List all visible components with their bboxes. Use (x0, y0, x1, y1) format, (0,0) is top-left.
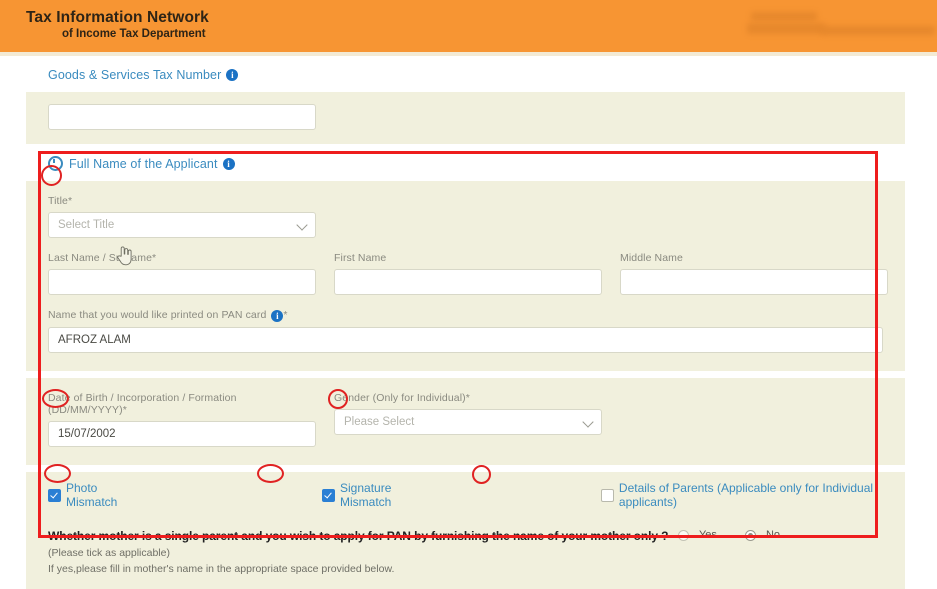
header-redacted-logo (699, 10, 935, 40)
site-header: Tax Information Network of Income Tax De… (0, 0, 937, 52)
mother-question-panel: Whether mother is a single parent and yo… (26, 519, 905, 589)
dob-label: Date of Birth / Incorporation / Formatio… (48, 392, 237, 416)
details-of-parents-option[interactable]: Details of Parents (Applicable only for … (600, 481, 883, 509)
gender-label: Gender (Only for Individual)* (334, 392, 470, 404)
gst-panel (26, 92, 905, 144)
brand-subtitle: of Income Tax Department (62, 27, 206, 40)
middle-name-label: Middle Name (620, 252, 683, 264)
dob-group: Date of Birth / Incorporation / Formatio… (48, 392, 316, 447)
mother-question-no-radio[interactable] (744, 529, 756, 541)
gender-group: Gender (Only for Individual)* Please Sel… (334, 392, 602, 447)
first-name-label: First Name (334, 252, 387, 264)
info-icon[interactable]: i (226, 69, 239, 81)
dob-gender-row: Date of Birth / Incorporation / Formatio… (48, 392, 883, 447)
mother-question-yes-radio[interactable] (677, 529, 689, 541)
mother-question-note-1: (Please tick as applicable) (48, 547, 170, 559)
last-name-group: Last Name / Surname* (48, 252, 316, 295)
title-field-group: Title* Select Title (48, 195, 316, 238)
pan-name-group: Name that you would like printed on PAN … (48, 309, 883, 353)
details-of-parents-checkbox[interactable] (600, 488, 614, 502)
pan-name-label: Name that you would like printed on PAN … (48, 309, 288, 322)
photo-mismatch-checkbox[interactable] (48, 488, 61, 502)
mother-question-radio-group: Yes No (677, 529, 800, 541)
brand-logo: Tax Information Network of Income Tax De… (26, 9, 209, 41)
mother-question-no-label: No (765, 529, 780, 541)
full-name-legend-row: Full Name of the Applicant i (26, 144, 905, 181)
redacted-bar-2 (747, 23, 825, 34)
last-name-label: Last Name / Surname* (48, 252, 157, 264)
gst-number-input[interactable] (48, 104, 316, 130)
form-content: Goods & Services Tax Number i Full Name … (26, 56, 905, 589)
gst-legend-row: Goods & Services Tax Number i (26, 56, 905, 92)
first-name-input[interactable] (334, 269, 602, 295)
photo-mismatch-option[interactable]: Photo Mismatch (48, 481, 136, 509)
info-icon[interactable]: i (222, 157, 235, 170)
details-of-parents-label: Details of Parents (Applicable only for … (618, 481, 874, 509)
signature-mismatch-checkbox[interactable] (322, 488, 335, 502)
gst-legend-label: Goods & Services Tax Number (48, 68, 222, 82)
brand-title: Tax Information Network (26, 9, 209, 26)
full-name-panel: Title* Select Title Last Name / Surname*… (26, 181, 905, 371)
info-icon[interactable]: i (271, 310, 284, 322)
middle-name-group: Middle Name (620, 252, 888, 295)
gender-select-wrap: Please Select (334, 409, 602, 435)
names-row: Last Name / Surname* First Name Middle N… (48, 252, 888, 295)
dob-input[interactable] (48, 421, 316, 447)
panel-separator (26, 371, 905, 378)
last-name-input[interactable] (48, 269, 316, 295)
mismatch-options-row: Photo Mismatch Signature Mismatch Detail… (26, 472, 905, 519)
pan-name-input[interactable] (48, 327, 883, 353)
signature-mismatch-label: Signature Mismatch (340, 481, 392, 509)
first-name-group: First Name (334, 252, 602, 295)
middle-name-input[interactable] (620, 269, 888, 295)
form-page: Goods & Services Tax Number i Full Name … (0, 56, 937, 589)
redacted-bar-1 (751, 12, 817, 21)
title-label: Title* (48, 195, 73, 207)
gender-select[interactable]: Please Select (334, 409, 602, 435)
dob-gender-panel: Date of Birth / Incorporation / Formatio… (26, 378, 905, 465)
title-select[interactable]: Select Title (48, 212, 316, 238)
title-row: Title* Select Title (48, 195, 883, 238)
title-select-wrap: Select Title (48, 212, 316, 238)
signature-mismatch-option[interactable]: Signature Mismatch (322, 481, 427, 509)
redacted-bar-3 (821, 26, 935, 35)
section-bullet-icon (48, 156, 63, 171)
panel-separator-2 (26, 465, 905, 472)
mother-question-yes-label: Yes (698, 529, 717, 541)
full-name-legend-label: Full Name of the Applicant (69, 156, 218, 171)
photo-mismatch-label: Photo Mismatch (66, 481, 118, 509)
mother-question-note-2: If yes,please fill in mother's name in t… (48, 563, 395, 575)
